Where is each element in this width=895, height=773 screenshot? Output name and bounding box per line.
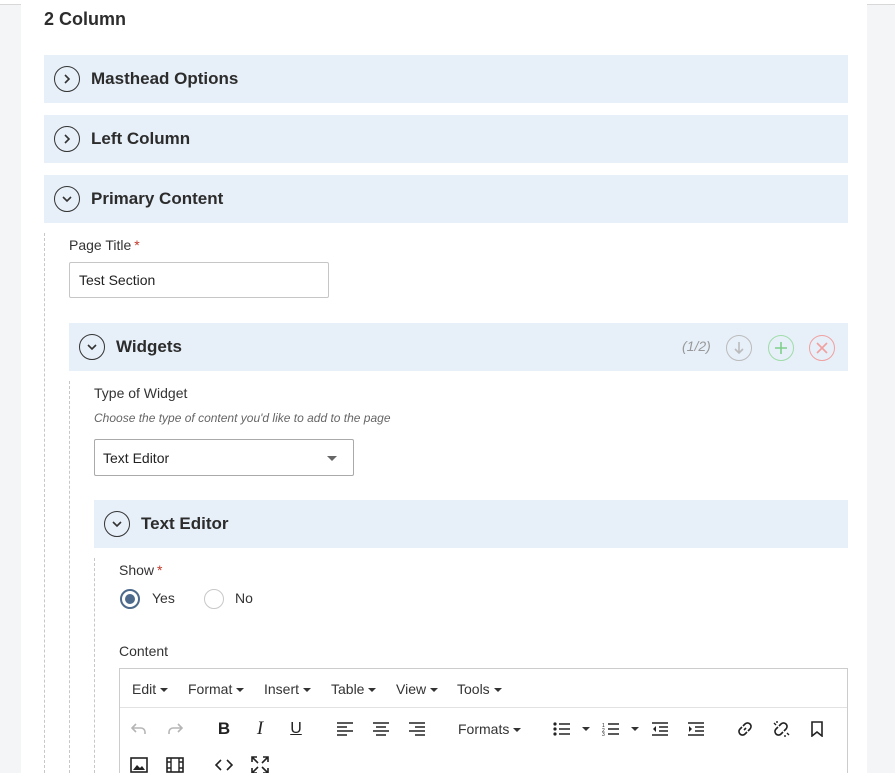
align-center-icon[interactable] [369,717,393,741]
arrow-down-icon [734,342,744,355]
content-panel: 2 Column Masthead Options Left Column Pr… [21,0,867,773]
page-title: 2 Column [44,9,127,29]
bullet-list-icon[interactable] [550,717,574,741]
content-label: Content [119,643,169,659]
chevron-right-icon[interactable] [54,66,80,92]
show-yes-radio[interactable] [120,589,140,609]
formats-dropdown[interactable]: Formats [458,721,522,737]
move-down-button[interactable] [726,335,752,361]
bookmark-icon[interactable] [805,717,829,741]
numbered-list-icon[interactable]: 123 [599,717,623,741]
accordion-left-column[interactable]: Left Column [44,115,848,163]
page-title-input[interactable]: Test Section [69,262,329,298]
page-title-label: Page Title * [69,237,140,253]
accordion-title: Text Editor [141,514,229,533]
add-widget-button[interactable] [768,335,794,361]
menu-edit[interactable]: Edit [132,681,169,697]
link-icon[interactable] [733,717,757,741]
image-icon[interactable] [127,753,151,773]
accordion-title: Masthead Options [91,69,239,88]
redo-icon[interactable] [163,717,187,741]
align-left-icon[interactable] [333,717,357,741]
numbered-list-dropdown[interactable] [621,717,645,741]
editor-menubar: Edit Format Insert Table View Tools [120,669,847,708]
accordion-primary-content[interactable]: Primary Content [44,175,848,223]
remove-widget-button[interactable] [809,335,835,361]
show-no-label[interactable]: No [235,590,253,606]
chevron-right-icon[interactable] [54,126,80,152]
align-right-icon[interactable] [405,717,429,741]
fullscreen-icon[interactable] [248,753,272,773]
widget-counter: (1/2) [682,338,711,354]
svg-text:3: 3 [602,732,605,736]
bullet-list-dropdown[interactable] [572,717,596,741]
caret-down-icon [327,456,337,461]
show-no-radio[interactable] [204,589,224,609]
nesting-guide [44,233,45,773]
media-icon[interactable] [163,753,187,773]
widget-type-label: Type of Widget [94,385,188,401]
select-value: Text Editor [103,450,170,466]
menu-format[interactable]: Format [188,681,245,697]
chevron-down-icon[interactable] [79,334,105,360]
unlink-icon[interactable] [769,717,793,741]
outdent-icon[interactable] [648,717,672,741]
accordion-title: Widgets [116,337,182,356]
nesting-guide [69,381,70,773]
close-icon [816,342,828,354]
indent-icon[interactable] [684,717,708,741]
italic-icon[interactable]: I [248,717,272,741]
bold-icon[interactable]: B [212,717,236,741]
accordion-masthead-options[interactable]: Masthead Options [44,55,848,103]
undo-icon[interactable] [127,717,151,741]
show-yes-label[interactable]: Yes [152,590,175,606]
chevron-down-icon[interactable] [104,511,130,537]
menu-tools[interactable]: Tools [457,681,502,697]
menu-view[interactable]: View [396,681,439,697]
code-icon[interactable] [212,753,236,773]
accordion-title: Left Column [91,129,191,148]
underline-icon[interactable]: U [284,717,308,741]
accordion-text-editor[interactable]: Text Editor [94,500,848,548]
menu-table[interactable]: Table [331,681,377,697]
rich-text-editor: Edit Format Insert Table View Tools B I … [119,668,848,773]
accordion-title: Primary Content [91,189,224,208]
nesting-guide [94,558,95,773]
plus-icon [775,342,787,354]
chevron-down-icon[interactable] [54,186,80,212]
widget-type-help: Choose the type of content you'd like to… [94,411,391,425]
show-label: Show * [119,562,163,578]
widget-type-select[interactable]: Text Editor [94,439,354,476]
menu-insert[interactable]: Insert [264,681,312,697]
